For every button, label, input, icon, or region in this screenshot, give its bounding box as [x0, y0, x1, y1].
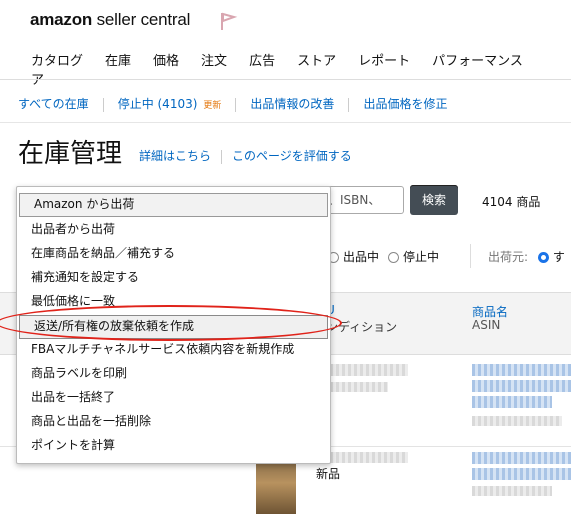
flag-icon[interactable]	[218, 11, 238, 31]
product-count: 4104 商品	[482, 195, 541, 209]
filter-active[interactable]: 出品中	[328, 248, 379, 265]
blurred-product-name[interactable]	[472, 380, 571, 392]
blurred-product-name[interactable]	[472, 468, 571, 480]
subnav-improve-listings[interactable]: 出品情報の改善	[250, 97, 334, 111]
title-links: 詳細はこちら このページを評価する	[139, 147, 352, 164]
nav-reports[interactable]: レポート	[358, 50, 410, 69]
subnav-all-inventory[interactable]: すべての在庫	[18, 97, 89, 111]
col-asin-header: ASIN	[472, 318, 501, 332]
blurred-sku	[318, 364, 408, 376]
product-thumbnail[interactable]	[256, 462, 296, 514]
rate-page-link[interactable]: このページを評価する	[232, 149, 352, 163]
page-title: 在庫管理	[18, 139, 123, 169]
nav-stores[interactable]: ストア	[297, 50, 336, 69]
nav-pricing[interactable]: 価格	[153, 50, 179, 69]
inventory-subnav: すべての在庫 停止中 (4103) 更新 出品情報の改善 出品価格を修正	[18, 95, 447, 112]
nav-inventory[interactable]: 在庫	[105, 50, 131, 69]
dropdown-item-delete-products[interactable]: 商品と出品を一括削除	[17, 409, 330, 433]
filter-inactive-label: 停止中	[403, 250, 440, 264]
nav-performance[interactable]: パフォーマンス	[432, 50, 523, 69]
dropdown-item-ship-by-seller[interactable]: 出品者から出荷	[17, 217, 330, 241]
dropdown-item-print-labels[interactable]: 商品ラベルを印刷	[17, 361, 330, 385]
divider	[235, 97, 237, 112]
nav-advertising[interactable]: 広告	[249, 50, 275, 69]
blurred-product-name[interactable]	[472, 364, 571, 376]
subnav-fix-prices[interactable]: 出品価格を修正	[363, 97, 447, 111]
updated-badge: 更新	[203, 101, 222, 111]
search-button[interactable]: 検索	[410, 185, 458, 215]
dropdown-item-ship-by-amazon[interactable]: Amazon から出荷	[19, 193, 328, 217]
filter-active-label: 出品中	[343, 250, 380, 264]
blurred-product-name[interactable]	[472, 452, 571, 464]
row-condition: 新品	[316, 467, 341, 481]
blurred-product-name[interactable]	[472, 396, 552, 408]
annotation-highlight-ellipse	[0, 305, 342, 341]
header-divider	[0, 79, 571, 80]
divider	[348, 97, 350, 112]
filter-inactive[interactable]: 停止中	[388, 248, 439, 265]
fulfilled-all-label: す	[552, 250, 565, 264]
dropdown-item-close-listings[interactable]: 出品を一括終了	[17, 385, 330, 409]
logo-seller-central: seller central	[92, 10, 191, 29]
nav-catalog[interactable]: カタログ	[31, 50, 83, 69]
blurred-sku	[318, 452, 408, 463]
fulfilled-by-label: 出荷元:	[488, 250, 529, 264]
radio-fulfilled-all[interactable]	[537, 252, 549, 263]
divider	[102, 97, 104, 112]
subnav-divider	[0, 122, 571, 123]
radio-inactive[interactable]	[388, 252, 399, 263]
logo-amazon: amazon	[30, 10, 93, 29]
amazon-seller-central-logo[interactable]: amazon seller central	[30, 10, 190, 30]
dropdown-item-calculate-points[interactable]: ポイントを計算	[17, 433, 330, 457]
subnav-suspended[interactable]: 停止中 (4103)	[118, 97, 198, 111]
divider	[221, 149, 223, 164]
dropdown-item-send-replenish[interactable]: 在庫商品を納品／補充する	[17, 241, 330, 265]
search-input[interactable]: 、ISBN、	[320, 186, 404, 214]
filter-fulfilled-by[interactable]: 出荷元: す	[488, 248, 565, 265]
blurred-asin	[472, 486, 552, 496]
main-nav: カタログ 在庫 価格 注文 広告 ストア レポート パフォーマンスア	[31, 50, 571, 88]
nav-orders[interactable]: 注文	[201, 50, 227, 69]
filter-divider	[470, 244, 471, 268]
blurred-asin	[472, 416, 562, 426]
learn-more-link[interactable]: 詳細はこちら	[139, 149, 211, 163]
dropdown-item-set-restock-alert[interactable]: 補充通知を設定する	[17, 265, 330, 289]
